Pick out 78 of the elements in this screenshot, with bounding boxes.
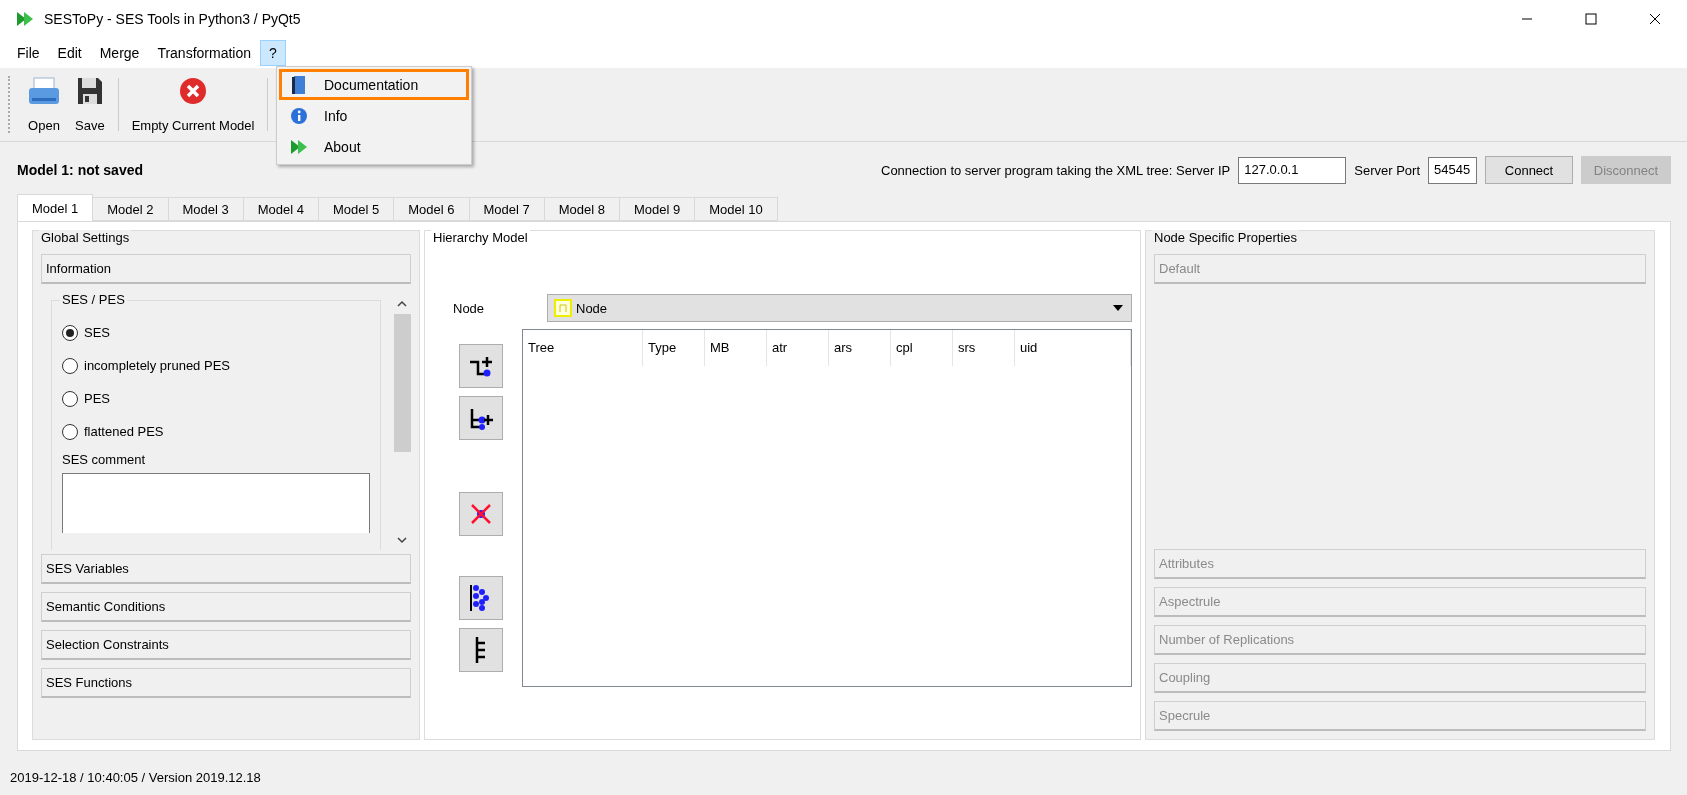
menu-item[interactable]: Documentation xyxy=(279,69,469,100)
model-tab[interactable]: Model 1 xyxy=(17,194,94,221)
info-icon xyxy=(290,106,308,125)
node-label: Node xyxy=(453,300,486,316)
group-title: Node Specific Properties xyxy=(1152,230,1300,246)
app-logo-icon xyxy=(16,10,34,28)
section-button[interactable]: Selection Constraints xyxy=(41,630,411,660)
play-icon xyxy=(290,137,308,156)
printer-icon xyxy=(27,76,61,106)
section-button[interactable]: SES Variables xyxy=(41,554,411,584)
toolbar-button[interactable]: Save xyxy=(70,72,110,137)
connect-button[interactable]: Connect xyxy=(1485,156,1573,184)
menu-item[interactable]: Merge xyxy=(90,40,149,66)
toolbar-button[interactable]: Open xyxy=(22,72,66,137)
close-icon xyxy=(1649,13,1661,25)
menu-item[interactable]: Edit xyxy=(48,40,91,66)
comment-field[interactable] xyxy=(62,473,370,533)
server-port-label: Server Port xyxy=(1354,162,1420,178)
field-label: SES comment xyxy=(62,452,147,467)
add-sibling-node-icon xyxy=(468,354,494,378)
model-tab[interactable]: Model 9 xyxy=(619,197,696,221)
group-title: Hierarchy Model xyxy=(431,230,530,246)
group-title: Global Settings xyxy=(39,230,132,246)
expand-tree-button[interactable] xyxy=(459,576,503,620)
menu-item[interactable]: File xyxy=(8,40,49,66)
add-child-button[interactable] xyxy=(459,396,503,440)
menu-item[interactable]: Info xyxy=(279,100,469,131)
add-sibling-button[interactable] xyxy=(459,344,503,388)
model-tab[interactable]: Model 4 xyxy=(242,197,319,221)
server-ip-field[interactable]: 127.0.0.1 xyxy=(1238,156,1347,184)
section-button[interactable]: Semantic Conditions xyxy=(41,592,411,622)
column-header[interactable]: atr xyxy=(767,330,829,366)
maximize-icon xyxy=(1585,13,1597,25)
delete-icon xyxy=(178,76,209,106)
radio-label: PES xyxy=(84,391,110,406)
toolbar-button[interactable]: Empty Current Model xyxy=(126,72,260,137)
column-header[interactable]: cpl xyxy=(891,330,953,366)
radio-button[interactable] xyxy=(62,357,78,374)
delete-node-icon xyxy=(469,502,493,526)
model-tab[interactable]: Model 7 xyxy=(468,197,545,221)
collapse-tree-button[interactable] xyxy=(459,628,503,672)
radio-label: flattened PES xyxy=(84,424,164,439)
section-button[interactable]: SES Functions xyxy=(41,668,411,698)
model-tab[interactable]: Model 2 xyxy=(92,197,169,221)
column-header[interactable]: Type xyxy=(643,330,705,366)
menu-item[interactable]: Transformation xyxy=(148,40,260,66)
delete-node-button[interactable] xyxy=(459,492,503,536)
server-port-field[interactable]: 54545 xyxy=(1428,156,1477,184)
column-header[interactable]: MB xyxy=(705,330,767,366)
radio-button[interactable] xyxy=(62,324,78,341)
column-header[interactable]: srs xyxy=(953,330,1015,366)
column-header[interactable]: uid xyxy=(1015,330,1131,366)
model-tab[interactable]: Model 5 xyxy=(318,197,395,221)
radio-button[interactable] xyxy=(62,423,78,440)
section-button[interactable]: Information xyxy=(41,254,411,284)
book-icon xyxy=(290,74,308,95)
scroll-down-icon xyxy=(397,536,407,544)
model-tab[interactable]: Model 10 xyxy=(694,197,778,221)
radio-label: incompletely pruned PES xyxy=(84,358,230,373)
menu-item[interactable]: ? xyxy=(260,40,286,66)
window-title: SESToPy - SES Tools in Python3 / PyQt5 xyxy=(44,11,302,27)
menu-item[interactable]: About xyxy=(279,131,469,162)
model-tab[interactable]: Model 3 xyxy=(167,197,244,221)
scroll-up-icon xyxy=(397,300,407,308)
radio-button[interactable] xyxy=(62,390,78,407)
model-tab[interactable]: Model 8 xyxy=(543,197,620,221)
toolbar-handle[interactable] xyxy=(8,76,12,133)
add-child-node-icon xyxy=(468,406,494,430)
radio-label: SES xyxy=(84,325,110,340)
status-text: 2019-12-18 / 10:40:05 / Version 2019.12.18 xyxy=(10,770,261,785)
connection-label: Connection to server program taking the XML tree: Server IP xyxy=(881,162,1231,178)
model-tab[interactable]: Model 6 xyxy=(393,197,470,221)
node-icon xyxy=(554,299,572,317)
column-header[interactable]: ars xyxy=(829,330,891,366)
dropdown-arrow-icon xyxy=(1113,305,1123,311)
model-status: Model 1: not saved xyxy=(17,162,145,178)
column-header[interactable]: Tree xyxy=(523,330,643,366)
node-dropdown[interactable]: Node xyxy=(547,294,1132,322)
